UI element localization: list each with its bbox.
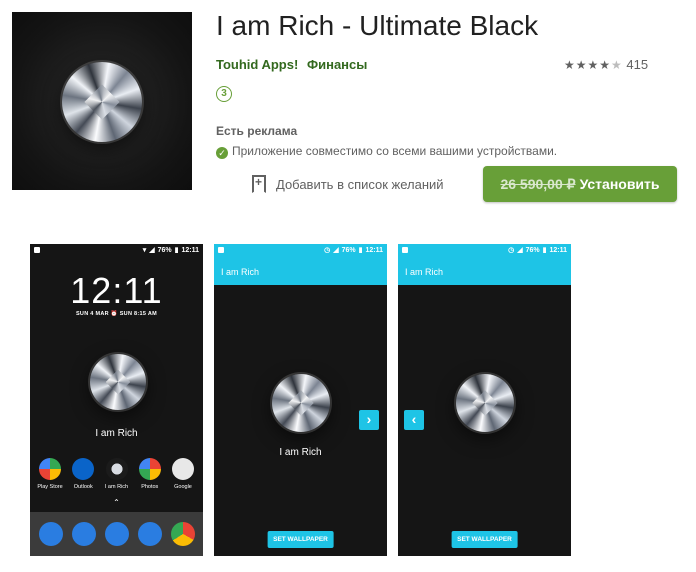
google-icon bbox=[172, 458, 194, 480]
lockscreen-date: SUN 4 MAR ⏰ SUN 8:15 AM bbox=[75, 311, 158, 317]
photos-icon bbox=[138, 458, 161, 480]
compatibility-notice: ✓ Приложение совместимо со всеми вашими у… bbox=[216, 144, 557, 159]
battery-text: 76% bbox=[157, 246, 172, 254]
dock-app[interactable]: Play Store bbox=[36, 458, 64, 490]
diamond-image bbox=[456, 374, 514, 432]
contacts-icon[interactable] bbox=[104, 522, 129, 546]
status-bar: ▾ ◢ 76% ▮ 12:11 bbox=[30, 244, 203, 256]
diamond-image bbox=[90, 354, 146, 410]
next-arrow-icon[interactable]: › bbox=[359, 410, 379, 430]
diamond-image bbox=[62, 62, 142, 142]
set-wallpaper-button[interactable]: SET WALLPAPER bbox=[267, 531, 334, 548]
dock-app[interactable]: Photos bbox=[136, 458, 164, 490]
chrome-icon[interactable] bbox=[170, 522, 195, 546]
dock-app[interactable]: Outlook bbox=[69, 458, 97, 490]
battery-icon: ▮ bbox=[174, 247, 179, 254]
compatibility-text: Приложение совместимо со всеми вашими ус… bbox=[232, 144, 558, 158]
battery-text: 76% bbox=[525, 246, 540, 254]
age-rating-badge: 3 bbox=[216, 86, 232, 102]
app-bar-title: I am Rich bbox=[214, 256, 387, 285]
ads-notice: Есть реклама bbox=[216, 124, 298, 138]
screenshot-3[interactable]: ◷ ◢ 76% ▮ 12:11 I am Rich ‹ SET WALLPAPE… bbox=[398, 244, 571, 556]
diamond-image bbox=[272, 374, 330, 432]
camera-icon[interactable] bbox=[137, 522, 162, 546]
outlook-icon bbox=[72, 458, 95, 480]
app-icon bbox=[12, 12, 192, 190]
dock-app[interactable]: I am Rich bbox=[103, 458, 131, 490]
dock-app[interactable]: Google bbox=[169, 458, 197, 490]
check-icon: ✓ bbox=[216, 147, 228, 159]
status-bar: ◷ ◢ 76% ▮ 12:11 bbox=[398, 244, 571, 256]
app-bar-title: I am Rich bbox=[398, 256, 571, 285]
signal-icon: ◢ bbox=[517, 247, 523, 254]
battery-text: 76% bbox=[341, 246, 356, 254]
favorites-bar bbox=[30, 512, 203, 556]
phone-icon[interactable] bbox=[38, 522, 63, 546]
alarm-icon: ◷ bbox=[508, 247, 515, 254]
battery-icon: ▮ bbox=[358, 247, 363, 254]
status-time: 12:11 bbox=[181, 246, 199, 254]
category-link[interactable]: Финансы bbox=[307, 57, 367, 72]
dock-label: Outlook bbox=[73, 484, 93, 490]
prev-arrow-icon[interactable]: ‹ bbox=[404, 410, 424, 430]
dock-label: Play Store bbox=[37, 484, 63, 490]
app-title: I am Rich - Ultimate Black bbox=[216, 10, 539, 41]
app-drawer-caret-icon[interactable]: ⌃ bbox=[30, 498, 203, 507]
screenshot-2[interactable]: ◷ ◢ 76% ▮ 12:11 I am Rich I am Rich › SE… bbox=[214, 244, 387, 556]
rating: ★★★★★ 415 bbox=[564, 57, 648, 72]
app-dock: Play Store Outlook I am Rich Photos Goog… bbox=[36, 458, 197, 490]
notification-icon bbox=[218, 247, 224, 253]
lockscreen-clock: 12:11 bbox=[70, 270, 163, 311]
status-time: 12:11 bbox=[365, 246, 383, 254]
install-label: Установить bbox=[579, 176, 660, 192]
screenshot-1[interactable]: ▾ ◢ 76% ▮ 12:11 12:11 SUN 4 MAR ⏰ SUN 8:… bbox=[30, 244, 203, 556]
status-bar: ◷ ◢ 76% ▮ 12:11 bbox=[214, 244, 387, 256]
dock-label: Photos bbox=[141, 484, 159, 490]
battery-icon: ▮ bbox=[542, 247, 547, 254]
old-price: 26 590,00 ₽ bbox=[500, 175, 576, 192]
signal-icon: ◢ bbox=[149, 247, 155, 254]
add-to-wishlist-button[interactable]: Добавить в список желаний bbox=[252, 172, 444, 196]
notification-icon bbox=[34, 247, 40, 253]
notification-icon bbox=[402, 247, 408, 253]
rating-count: 415 bbox=[626, 57, 649, 72]
bookmark-add-icon bbox=[252, 175, 266, 193]
messages-icon[interactable] bbox=[71, 522, 96, 546]
set-wallpaper-button[interactable]: SET WALLPAPER bbox=[451, 531, 518, 548]
i-am-rich-icon bbox=[105, 458, 128, 480]
developer-link[interactable]: Touhid Apps! bbox=[216, 57, 298, 72]
app-label: I am Rich bbox=[95, 428, 138, 439]
play-store-icon bbox=[39, 458, 61, 480]
app-label: I am Rich bbox=[279, 447, 322, 458]
wishlist-label: Добавить в список желаний bbox=[276, 176, 444, 192]
dock-label: Google bbox=[174, 484, 192, 490]
status-time: 12:11 bbox=[549, 246, 567, 254]
alarm-icon: ◷ bbox=[324, 247, 331, 254]
dock-label: I am Rich bbox=[104, 484, 129, 490]
signal-icon: ◢ bbox=[333, 247, 339, 254]
wifi-icon: ▾ bbox=[142, 247, 147, 254]
rating-stars-icon: ★★★★★ bbox=[564, 58, 623, 72]
install-button[interactable]: 26 590,00 ₽ Установить bbox=[483, 166, 677, 202]
